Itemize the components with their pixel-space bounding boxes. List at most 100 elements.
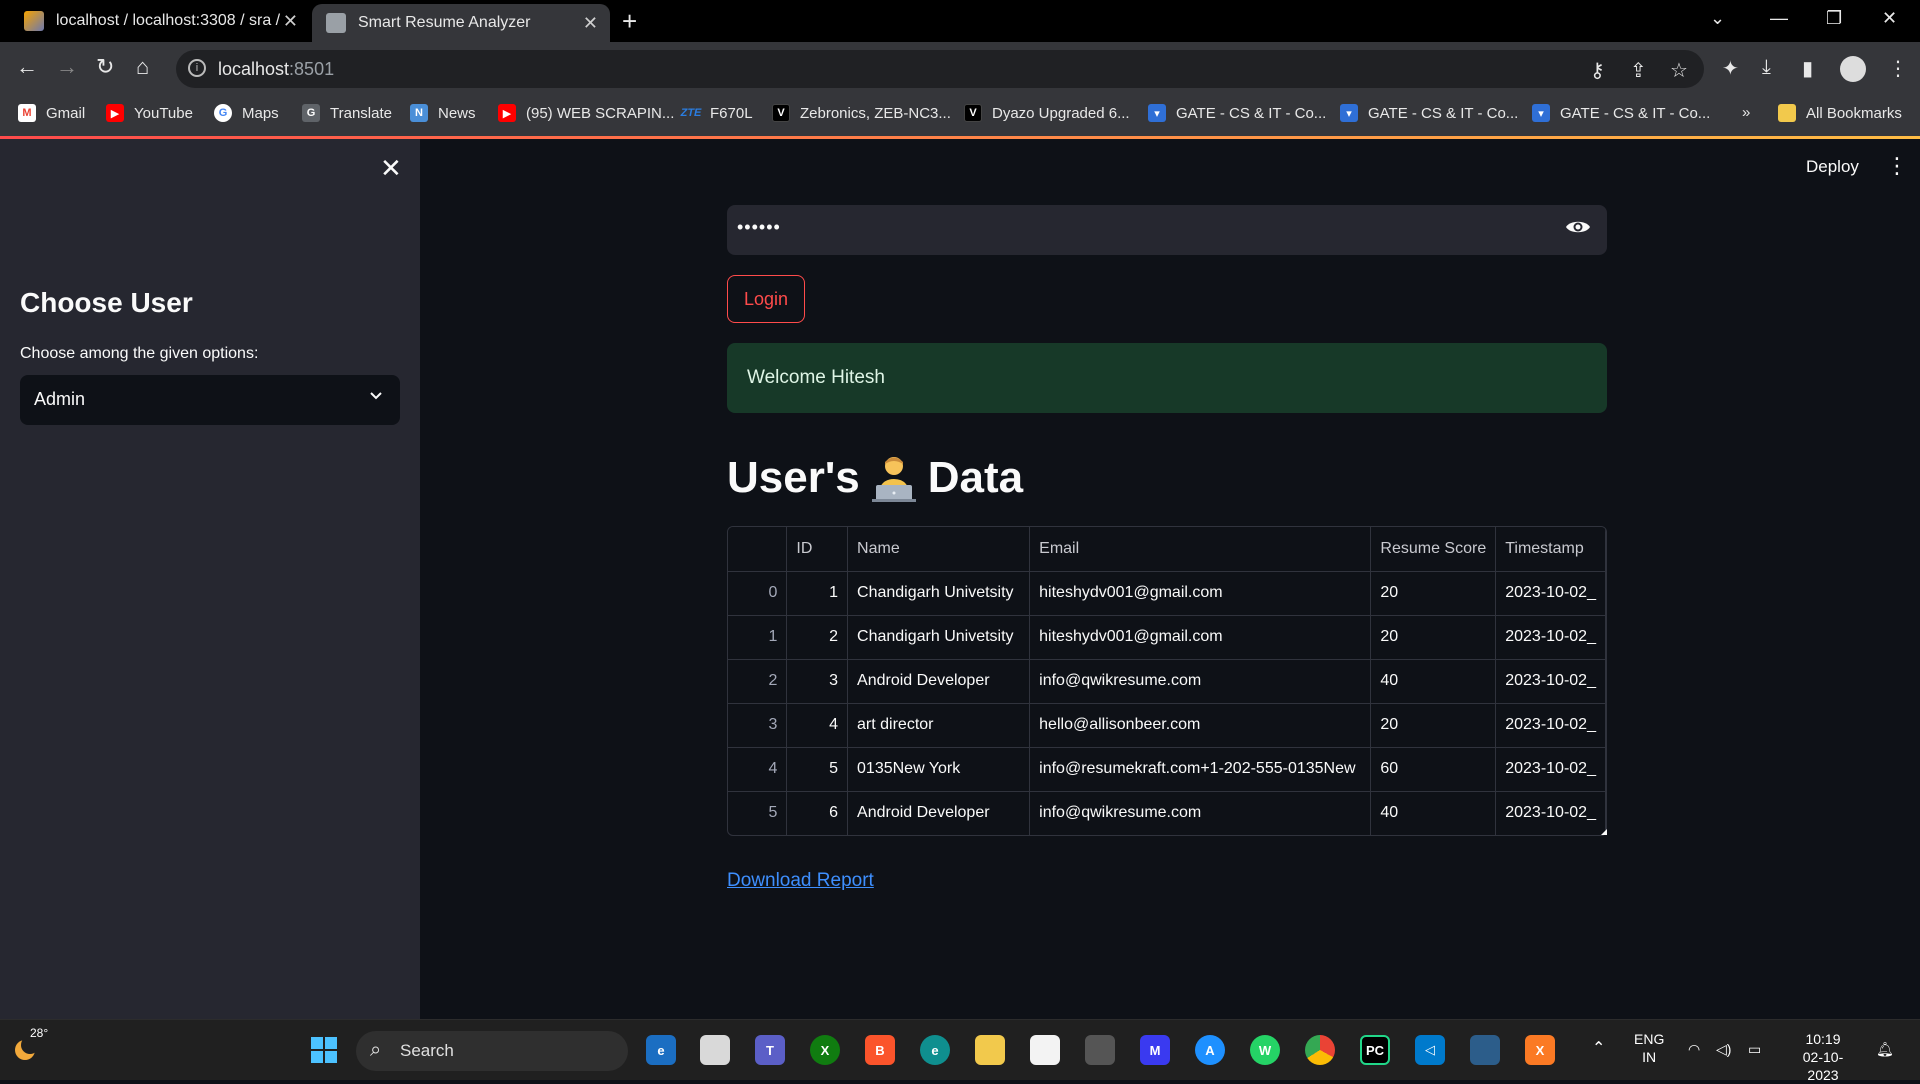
profile-avatar-icon[interactable] xyxy=(1840,56,1866,82)
close-tab-icon[interactable]: ✕ xyxy=(283,11,298,32)
bookmark-translate[interactable]: G Translate xyxy=(302,104,392,122)
table-cell[interactable]: 5 xyxy=(786,747,849,792)
table-cell[interactable]: 0 xyxy=(728,571,788,616)
close-sidebar-icon[interactable]: ✕ xyxy=(380,153,402,184)
bookmark-youtube[interactable]: ▶ YouTube xyxy=(106,104,193,122)
table-cell[interactable]: 2023-10-02_ xyxy=(1495,615,1606,660)
file-explorer-icon[interactable] xyxy=(975,1035,1005,1065)
table-cell[interactable]: 20 xyxy=(1370,571,1497,616)
column-header-timestamp[interactable]: Timestamp xyxy=(1495,527,1606,572)
table-cell[interactable]: 2023-10-02_ xyxy=(1495,791,1606,835)
app-icon[interactable]: M xyxy=(1140,1035,1170,1065)
download-report-link[interactable]: Download Report xyxy=(727,870,874,892)
table-cell[interactable]: 60 xyxy=(1370,747,1497,792)
column-header-email[interactable]: Email xyxy=(1029,527,1372,572)
chrome-icon[interactable] xyxy=(1305,1035,1335,1065)
new-tab-icon[interactable]: + xyxy=(622,6,637,37)
table-cell[interactable]: 6 xyxy=(786,791,849,835)
tab-phpmyadmin[interactable]: localhost / localhost:3308 / sra / ✕ xyxy=(10,0,310,42)
show-password-icon[interactable] xyxy=(1565,217,1591,237)
table-cell[interactable]: 40 xyxy=(1370,659,1497,704)
column-header-name[interactable]: Name xyxy=(847,527,1031,572)
login-button[interactable]: Login xyxy=(727,275,805,323)
restore-icon[interactable]: ❐ xyxy=(1826,8,1842,29)
window-close-icon[interactable]: ✕ xyxy=(1882,8,1897,29)
bookmark-news[interactable]: N News xyxy=(410,104,476,122)
side-panel-icon[interactable]: ▮ xyxy=(1802,56,1813,81)
table-cell[interactable]: Android Developer xyxy=(847,791,1031,835)
edge-icon[interactable]: e xyxy=(920,1035,950,1065)
wifi-icon[interactable]: ◠ xyxy=(1688,1040,1700,1058)
table-cell[interactable]: Chandigarh Univetsity xyxy=(847,615,1031,660)
column-header-resume-score[interactable]: Resume Score xyxy=(1370,527,1497,572)
table-cell[interactable]: hiteshydv001@gmail.com xyxy=(1029,571,1372,616)
bookmark-gate-3[interactable]: ▾ GATE - CS & IT - Co... xyxy=(1532,104,1710,122)
bookmark-gate-2[interactable]: ▾ GATE - CS & IT - Co... xyxy=(1340,104,1518,122)
table-resize-handle[interactable] xyxy=(1601,829,1607,835)
pycharm-icon[interactable]: PC xyxy=(1360,1035,1390,1065)
xampp-icon[interactable]: X xyxy=(1525,1035,1555,1065)
table-cell[interactable]: 0135New York xyxy=(847,747,1031,792)
volume-icon[interactable]: ◁) xyxy=(1716,1040,1731,1058)
star-icon[interactable]: ☆ xyxy=(1670,58,1688,83)
close-tab-icon[interactable]: ✕ xyxy=(583,13,598,34)
bookmark-zebronics[interactable]: V Zebronics, ZEB-NC3... xyxy=(772,104,951,122)
tray-overflow-icon[interactable]: ⌃ xyxy=(1592,1040,1605,1058)
app-store-icon[interactable]: A xyxy=(1195,1035,1225,1065)
table-cell[interactable]: 1 xyxy=(786,571,849,616)
vscode-icon[interactable]: ◁ xyxy=(1415,1035,1445,1065)
column-header-index[interactable] xyxy=(728,527,788,572)
table-cell[interactable]: info@qwikresume.com xyxy=(1029,659,1372,704)
xbox-icon[interactable]: X xyxy=(810,1035,840,1065)
mysql-workbench-icon[interactable] xyxy=(1470,1035,1500,1065)
table-cell[interactable]: 20 xyxy=(1370,615,1497,660)
clock[interactable]: 10:19 02-10-2023 xyxy=(1788,1030,1858,1084)
taskbar-search[interactable]: ⌕ Search xyxy=(356,1031,628,1071)
bookmark-web-scraping[interactable]: ▶ (95) WEB SCRAPIN... xyxy=(498,104,674,122)
minimize-icon[interactable]: — xyxy=(1770,8,1788,29)
table-cell[interactable]: hiteshydv001@gmail.com xyxy=(1029,615,1372,660)
tab-search-icon[interactable]: ⌄ xyxy=(1710,8,1725,29)
notifications-icon[interactable]: 🔔︎ xyxy=(1876,1040,1894,1058)
table-cell[interactable]: Chandigarh Univetsity xyxy=(847,571,1031,616)
task-view-icon[interactable] xyxy=(700,1035,730,1065)
brave-icon[interactable]: B xyxy=(865,1035,895,1065)
key-icon[interactable]: ⚷ xyxy=(1590,58,1605,83)
main-menu-icon[interactable]: ⋮ xyxy=(1886,153,1908,179)
table-cell[interactable]: info@resumekraft.com+1-202-555-0135New xyxy=(1029,747,1372,792)
share-icon[interactable]: ⇪ xyxy=(1630,58,1647,83)
table-cell[interactable]: hello@allisonbeer.com xyxy=(1029,703,1372,748)
language-indicator[interactable]: ENG IN xyxy=(1634,1030,1664,1066)
user-data-table[interactable]: ID Name Email Resume Score Timestamp 0 1… xyxy=(727,526,1607,836)
table-cell[interactable]: 5 xyxy=(728,791,788,835)
table-cell[interactable]: 3 xyxy=(728,703,788,748)
more-bookmarks-icon[interactable]: » xyxy=(1742,104,1750,121)
table-cell[interactable]: 20 xyxy=(1370,703,1497,748)
battery-icon[interactable]: ▭ xyxy=(1748,1040,1761,1058)
menu-icon[interactable]: ⋮ xyxy=(1888,56,1908,81)
table-cell[interactable]: 40 xyxy=(1370,791,1497,835)
bookmark-gate-1[interactable]: ▾ GATE - CS & IT - Co... xyxy=(1148,104,1326,122)
user-type-select[interactable]: Admin xyxy=(20,375,400,425)
extensions-icon[interactable]: ✦ xyxy=(1722,56,1739,81)
table-cell[interactable]: 4 xyxy=(786,703,849,748)
table-cell[interactable]: 2023-10-02_ xyxy=(1495,571,1606,616)
table-cell[interactable]: 1 xyxy=(728,615,788,660)
forward-icon[interactable]: → xyxy=(56,54,78,80)
table-cell[interactable]: art director xyxy=(847,703,1031,748)
table-cell[interactable]: 3 xyxy=(786,659,849,704)
weather-widget[interactable]: 28° xyxy=(12,1026,48,1064)
password-input[interactable]: •••••• xyxy=(727,205,1607,255)
site-info-icon[interactable]: i xyxy=(188,59,206,77)
windows-start-icon[interactable] xyxy=(309,1035,339,1065)
tab-smart-resume-analyzer[interactable]: Smart Resume Analyzer ✕ xyxy=(312,4,610,42)
reload-icon[interactable]: ↻ xyxy=(96,54,114,80)
address-bar[interactable]: i localhost:8501 ⚷ ⇪ ☆ xyxy=(176,50,1704,88)
table-cell[interactable]: 4 xyxy=(728,747,788,792)
table-cell[interactable]: 2023-10-02_ xyxy=(1495,659,1606,704)
table-cell[interactable]: 2 xyxy=(786,615,849,660)
table-cell[interactable]: 2 xyxy=(728,659,788,704)
deploy-button[interactable]: Deploy xyxy=(1806,157,1859,177)
unity-icon[interactable] xyxy=(1085,1035,1115,1065)
table-cell[interactable]: info@qwikresume.com xyxy=(1029,791,1372,835)
